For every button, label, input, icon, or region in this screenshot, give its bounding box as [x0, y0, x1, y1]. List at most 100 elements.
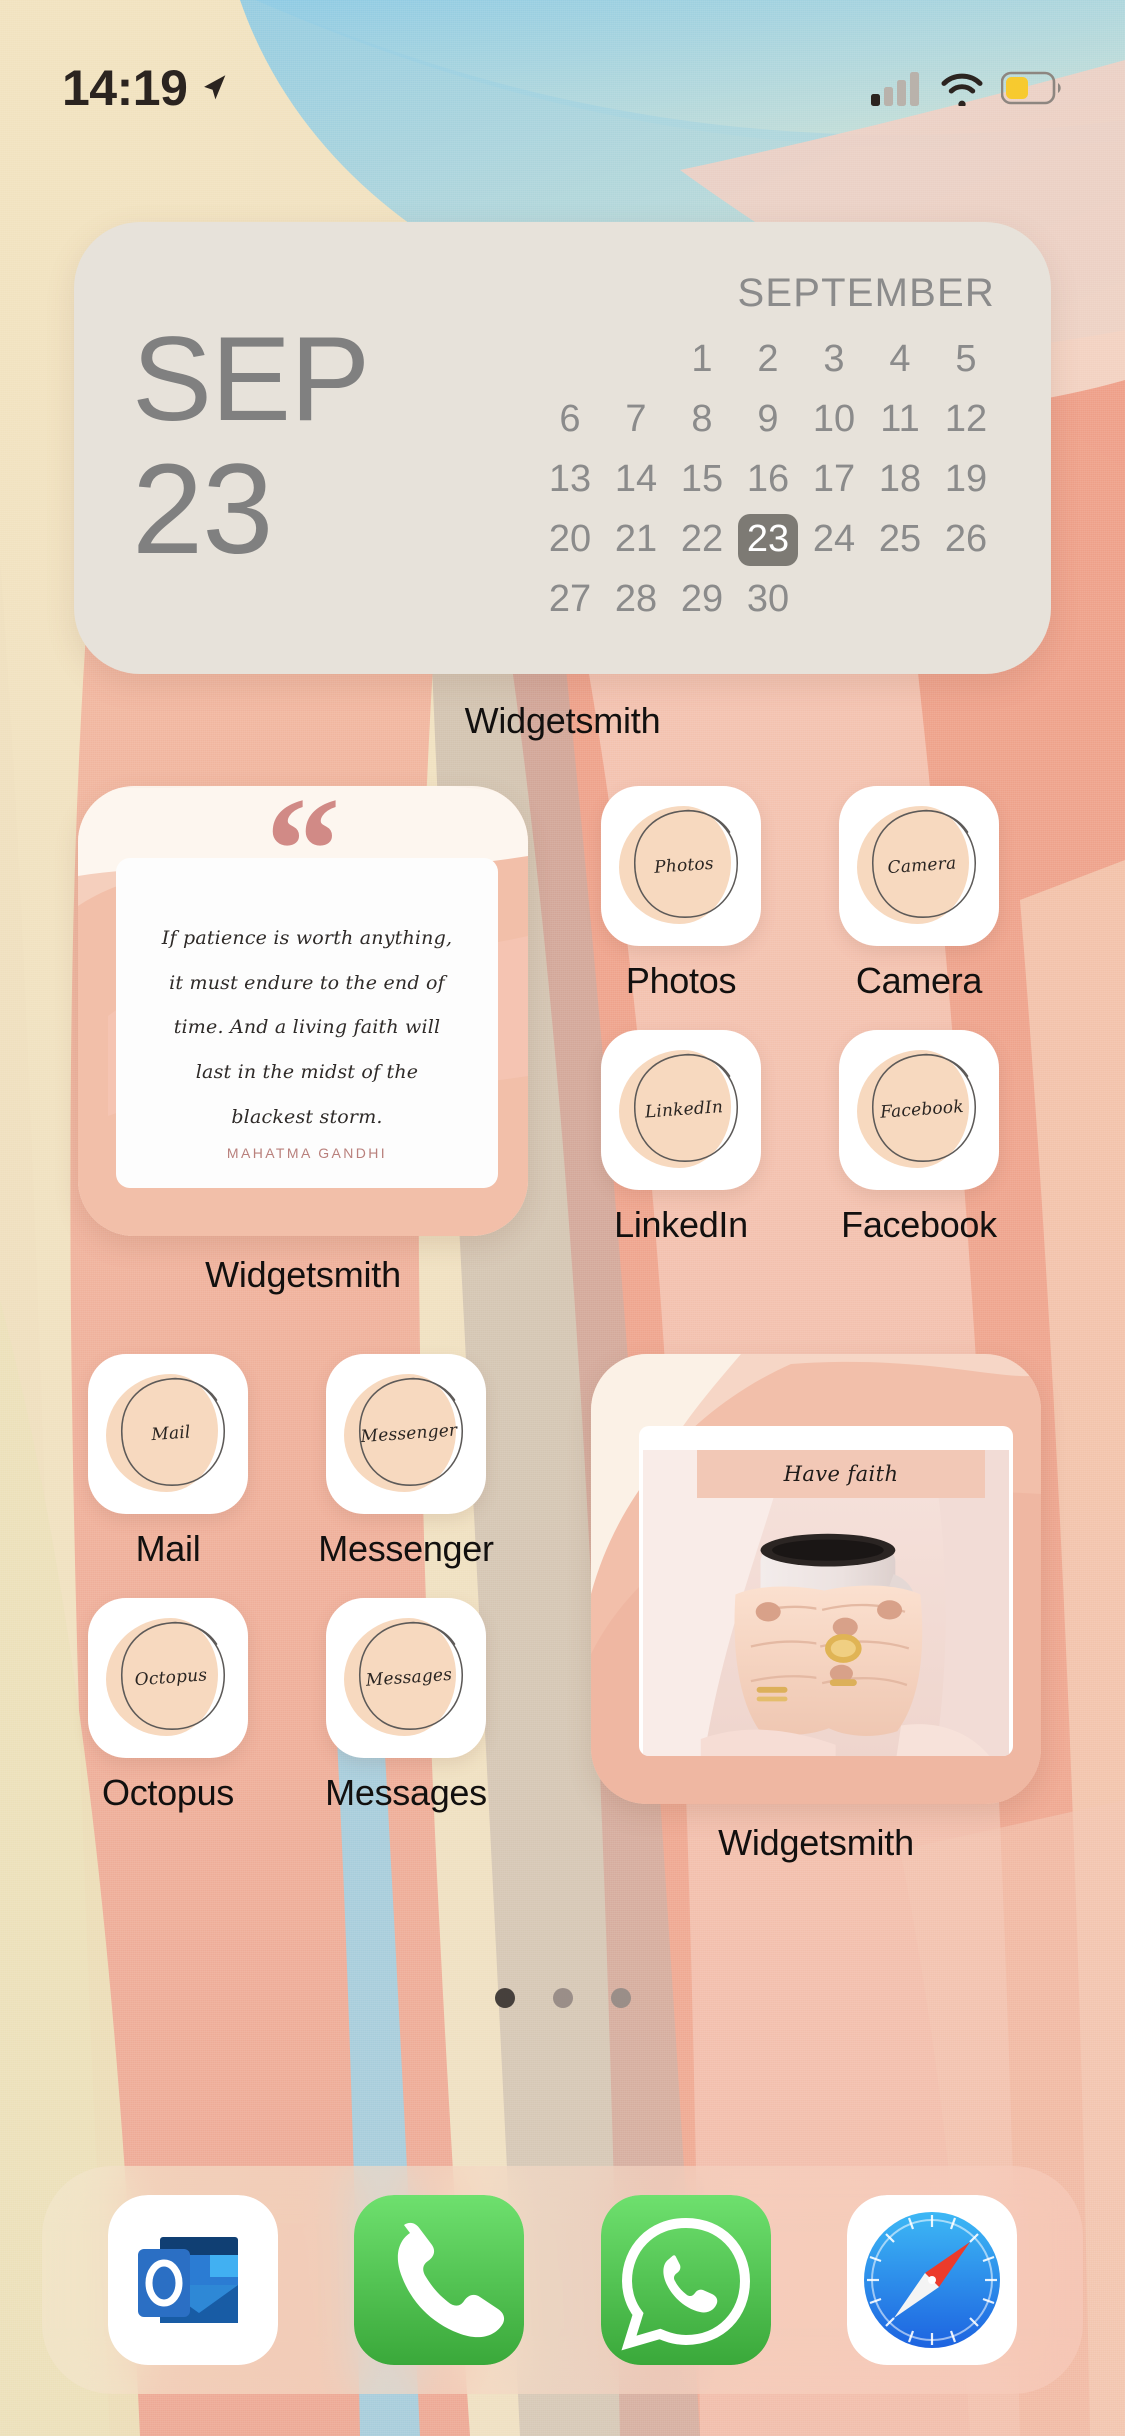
- quote-line: it must endure to the end of: [169, 971, 445, 994]
- app-tile-photos[interactable]: Photos: [601, 786, 761, 946]
- app-label: Messages: [325, 1772, 487, 1813]
- location-arrow-icon: [204, 75, 226, 100]
- app-label: Facebook: [841, 1204, 997, 1245]
- status-bar: 14:19: [0, 0, 1125, 132]
- app-tile-linkedin[interactable]: LinkedIn: [601, 1030, 761, 1190]
- page-dot[interactable]: [610, 1988, 631, 2008]
- dock-app-phone[interactable]: [354, 2195, 525, 2365]
- app-tile-mail[interactable]: Mail: [88, 1354, 248, 1514]
- calendar-cell: 9: [757, 398, 779, 440]
- app-icon-facebook[interactable]: Facebook Facebook: [829, 1030, 1009, 1246]
- calendar-cell: 26: [944, 518, 988, 560]
- calendar-cell: 14: [614, 458, 658, 500]
- app-script-text: Messages: [365, 1664, 453, 1691]
- photo-frame: Have faith: [639, 1426, 1013, 1756]
- calendar-cell: 29: [680, 578, 724, 620]
- app-icon-photos[interactable]: Photos Photos: [591, 786, 771, 1002]
- app-tile-camera[interactable]: Camera: [839, 786, 999, 946]
- outlook-icon: [108, 2195, 279, 2365]
- app-label: Photos: [625, 960, 737, 1001]
- widget-label-calendar: Widgetsmith: [464, 700, 661, 741]
- safari-compass-icon: [846, 2195, 1017, 2365]
- whatsapp-icon: [600, 2195, 771, 2365]
- widget-calendar[interactable]: SEP 23 SEPTEMBER 1 2 3 4 5 6 7 8 9 10 11 12 13 14 15 16…: [74, 222, 1051, 674]
- quote-line: blackest storm.: [231, 1105, 383, 1128]
- cellular-signal-icon: [871, 72, 919, 106]
- quote-author: MAHATMA GANDHI: [226, 1145, 388, 1162]
- calendar-cell: 5: [955, 338, 977, 380]
- calendar-cell: 8: [691, 398, 713, 440]
- calendar-cell: 2: [757, 338, 779, 380]
- calendar-cell: 4: [889, 338, 911, 380]
- dock-app-safari[interactable]: [846, 2195, 1017, 2365]
- calendar-cell: 6: [559, 398, 581, 440]
- app-icon-mail[interactable]: Mail Mail: [78, 1354, 258, 1570]
- calendar-cell: 18: [878, 458, 922, 500]
- calendar-cell-today: 23: [738, 513, 798, 566]
- app-label: Octopus: [102, 1772, 234, 1813]
- wifi-icon: [941, 73, 983, 106]
- calendar-cell: 25: [878, 518, 922, 560]
- calendar-cell: 27: [548, 578, 592, 620]
- app-tile-messages[interactable]: Messages: [326, 1598, 486, 1758]
- dock-app-outlook[interactable]: [108, 2195, 279, 2365]
- calendar-cell: 12: [944, 398, 988, 440]
- widget-label-quote: Widgetsmith: [205, 1254, 401, 1295]
- calendar-month-title: SEPTEMBER: [737, 270, 995, 315]
- calendar-cell: 22: [680, 518, 724, 560]
- app-script-text: Messenger: [360, 1420, 458, 1448]
- widget-label-photo: Widgetsmith: [718, 1822, 914, 1863]
- app-script-text: Mail: [150, 1422, 192, 1446]
- quote-line: last in the midst of the: [195, 1060, 419, 1083]
- app-tile-messenger[interactable]: Messenger: [326, 1354, 486, 1514]
- dock: [42, 2166, 1083, 2394]
- page-dot-active[interactable]: [494, 1988, 515, 2008]
- calendar-cell: 30: [746, 578, 790, 620]
- calendar-cell: 10: [812, 398, 856, 440]
- app-label: Mail: [135, 1528, 201, 1569]
- calendar-cell-empty: [606, 334, 666, 386]
- calendar-cell: 28: [614, 578, 658, 620]
- quote-line: time. And a living faith will: [173, 1016, 441, 1039]
- calendar-day-grid: 1 2 3 4 5 6 7 8 9 10 11 12 13 14 15 16 17 18 19 20 21 22 23 24 2…: [537, 334, 999, 626]
- app-tile-facebook[interactable]: Facebook: [839, 1030, 999, 1190]
- calendar-date-block: SEP 23: [132, 311, 432, 581]
- app-script-text: LinkedIn: [644, 1097, 724, 1123]
- app-icon-camera[interactable]: Camera Camera: [829, 786, 1009, 1002]
- calendar-cell: 20: [548, 518, 592, 560]
- app-script-text: Camera: [886, 853, 957, 879]
- dock-app-whatsapp[interactable]: [600, 2195, 771, 2365]
- app-icon-messenger[interactable]: Messenger Messenger: [316, 1354, 496, 1570]
- page-indicator[interactable]: [0, 1988, 1125, 2008]
- calendar-cell-empty: [540, 334, 600, 386]
- app-tile-octopus[interactable]: Octopus: [88, 1598, 248, 1758]
- calendar-cell: 24: [812, 518, 856, 560]
- calendar-cell: 3: [823, 338, 845, 380]
- calendar-cell: 21: [614, 518, 658, 560]
- quote-text: If patience is worth anything, it must en…: [162, 916, 452, 1139]
- app-icon-messages[interactable]: Messages Messages: [316, 1598, 496, 1814]
- calendar-cell: 7: [625, 398, 647, 440]
- calendar-cell: 17: [812, 458, 856, 500]
- calendar-cell: 11: [880, 398, 920, 440]
- photo-banner: Have faith: [697, 1450, 985, 1498]
- widget-photo[interactable]: Have faith: [591, 1354, 1041, 1804]
- calendar-cell: 16: [746, 458, 790, 500]
- phone-icon: [354, 2195, 525, 2365]
- app-label: LinkedIn: [614, 1204, 748, 1245]
- quote-mark-icon: “: [265, 786, 341, 933]
- page-dot[interactable]: [552, 1988, 573, 2008]
- calendar-cell: 13: [548, 458, 592, 500]
- calendar-month-abbr: SEP: [132, 311, 370, 446]
- app-script-text: Octopus: [134, 1665, 208, 1691]
- app-icon-octopus[interactable]: Octopus Octopus: [78, 1598, 258, 1814]
- widget-quote[interactable]: “ If patience is worth anything, it must …: [78, 786, 528, 1236]
- app-icon-linkedin[interactable]: LinkedIn LinkedIn: [591, 1030, 771, 1246]
- calendar-day-number: 23: [132, 437, 273, 581]
- status-bar-clock: 14:19: [62, 60, 188, 116]
- calendar-cell: 15: [680, 458, 724, 500]
- calendar-cell: 1: [691, 338, 713, 380]
- photo-banner-text: Have faith: [783, 1462, 899, 1486]
- app-script-text: Photos: [653, 853, 715, 878]
- battery-icon: [1001, 71, 1061, 105]
